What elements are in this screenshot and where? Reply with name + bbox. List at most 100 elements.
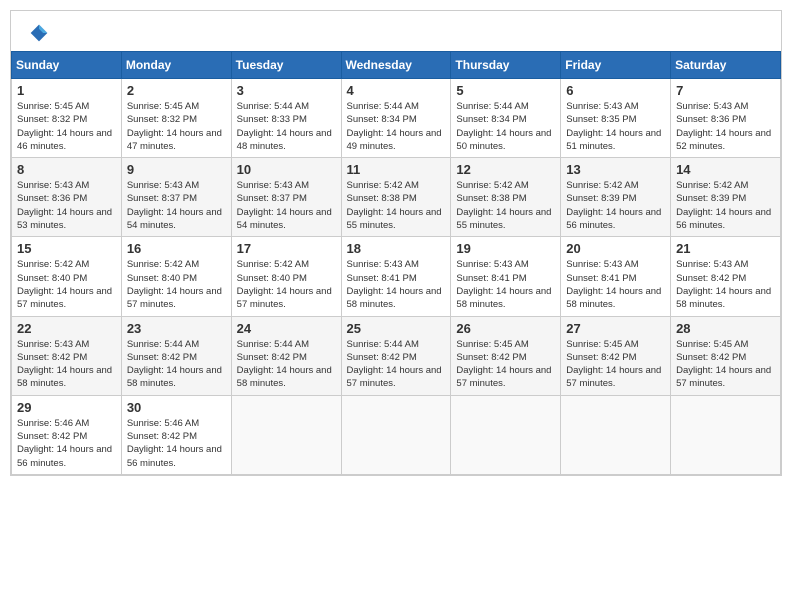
day-number: 15 (17, 241, 116, 256)
calendar-cell (231, 395, 341, 474)
day-info: Sunrise: 5:42 AMSunset: 8:39 PMDaylight:… (676, 179, 775, 232)
day-info: Sunrise: 5:44 AMSunset: 8:42 PMDaylight:… (347, 338, 446, 391)
calendar-cell: 16 Sunrise: 5:42 AMSunset: 8:40 PMDayligh… (121, 237, 231, 316)
day-number: 2 (127, 83, 226, 98)
calendar-cell: 13 Sunrise: 5:42 AMSunset: 8:39 PMDayligh… (561, 158, 671, 237)
day-number: 17 (237, 241, 336, 256)
col-header-friday: Friday (561, 52, 671, 79)
day-info: Sunrise: 5:45 AMSunset: 8:42 PMDaylight:… (456, 338, 555, 391)
calendar-cell: 30 Sunrise: 5:46 AMSunset: 8:42 PMDayligh… (121, 395, 231, 474)
col-header-wednesday: Wednesday (341, 52, 451, 79)
day-info: Sunrise: 5:43 AMSunset: 8:37 PMDaylight:… (237, 179, 336, 232)
day-number: 25 (347, 321, 446, 336)
col-header-tuesday: Tuesday (231, 52, 341, 79)
day-info: Sunrise: 5:43 AMSunset: 8:37 PMDaylight:… (127, 179, 226, 232)
calendar-cell: 17 Sunrise: 5:42 AMSunset: 8:40 PMDayligh… (231, 237, 341, 316)
col-header-saturday: Saturday (671, 52, 781, 79)
calendar-cell (451, 395, 561, 474)
day-number: 16 (127, 241, 226, 256)
day-info: Sunrise: 5:43 AMSunset: 8:36 PMDaylight:… (17, 179, 116, 232)
day-info: Sunrise: 5:43 AMSunset: 8:41 PMDaylight:… (347, 258, 446, 311)
day-info: Sunrise: 5:43 AMSunset: 8:41 PMDaylight:… (456, 258, 555, 311)
day-number: 5 (456, 83, 555, 98)
day-info: Sunrise: 5:43 AMSunset: 8:36 PMDaylight:… (676, 100, 775, 153)
day-number: 28 (676, 321, 775, 336)
calendar-cell (671, 395, 781, 474)
week-row-1: 1 Sunrise: 5:45 AMSunset: 8:32 PMDaylight… (12, 79, 781, 158)
col-header-sunday: Sunday (12, 52, 122, 79)
calendar-cell (341, 395, 451, 474)
calendar-cell (561, 395, 671, 474)
logo (27, 23, 49, 43)
day-number: 13 (566, 162, 665, 177)
day-number: 12 (456, 162, 555, 177)
calendar-cell: 2 Sunrise: 5:45 AMSunset: 8:32 PMDaylight… (121, 79, 231, 158)
calendar-cell: 6Sunrise: 5:43 AMSunset: 8:35 PMDaylight… (561, 79, 671, 158)
day-info: Sunrise: 5:45 AMSunset: 8:42 PMDaylight:… (676, 338, 775, 391)
header-row: SundayMondayTuesdayWednesdayThursdayFrid… (12, 52, 781, 79)
day-info: Sunrise: 5:43 AMSunset: 8:42 PMDaylight:… (17, 338, 116, 391)
calendar-cell: 23 Sunrise: 5:44 AMSunset: 8:42 PMDayligh… (121, 316, 231, 395)
day-number: 19 (456, 241, 555, 256)
day-number: 21 (676, 241, 775, 256)
day-info: Sunrise: 5:42 AMSunset: 8:40 PMDaylight:… (127, 258, 226, 311)
day-number: 23 (127, 321, 226, 336)
calendar-cell: 7 Sunrise: 5:43 AMSunset: 8:36 PMDaylight… (671, 79, 781, 158)
week-row-4: 22 Sunrise: 5:43 AMSunset: 8:42 PMDayligh… (12, 316, 781, 395)
col-header-monday: Monday (121, 52, 231, 79)
day-info: Sunrise: 5:44 AMSunset: 8:42 PMDaylight:… (127, 338, 226, 391)
calendar-cell: 10 Sunrise: 5:43 AMSunset: 8:37 PMDayligh… (231, 158, 341, 237)
calendar-cell: 15Sunrise: 5:42 AMSunset: 8:40 PMDayligh… (12, 237, 122, 316)
calendar-cell: 12 Sunrise: 5:42 AMSunset: 8:38 PMDayligh… (451, 158, 561, 237)
day-info: Sunrise: 5:43 AMSunset: 8:35 PMDaylight:… (566, 100, 665, 153)
day-number: 9 (127, 162, 226, 177)
day-number: 22 (17, 321, 116, 336)
calendar-cell: 5 Sunrise: 5:44 AMSunset: 8:34 PMDaylight… (451, 79, 561, 158)
calendar-cell: 24Sunrise: 5:44 AMSunset: 8:42 PMDayligh… (231, 316, 341, 395)
day-number: 14 (676, 162, 775, 177)
day-info: Sunrise: 5:46 AMSunset: 8:42 PMDaylight:… (127, 417, 226, 470)
calendar-cell: 21 Sunrise: 5:43 AMSunset: 8:42 PMDayligh… (671, 237, 781, 316)
day-number: 7 (676, 83, 775, 98)
day-info: Sunrise: 5:42 AMSunset: 8:38 PMDaylight:… (347, 179, 446, 232)
calendar-cell: 20 Sunrise: 5:43 AMSunset: 8:41 PMDayligh… (561, 237, 671, 316)
day-info: Sunrise: 5:44 AMSunset: 8:33 PMDaylight:… (237, 100, 336, 153)
calendar-cell: 8Sunrise: 5:43 AMSunset: 8:36 PMDaylight… (12, 158, 122, 237)
day-number: 10 (237, 162, 336, 177)
calendar-cell: 4Sunrise: 5:44 AMSunset: 8:34 PMDaylight… (341, 79, 451, 158)
day-info: Sunrise: 5:42 AMSunset: 8:38 PMDaylight:… (456, 179, 555, 232)
day-info: Sunrise: 5:44 AMSunset: 8:34 PMDaylight:… (456, 100, 555, 153)
day-info: Sunrise: 5:42 AMSunset: 8:39 PMDaylight:… (566, 179, 665, 232)
day-number: 24 (237, 321, 336, 336)
day-number: 18 (347, 241, 446, 256)
day-info: Sunrise: 5:43 AMSunset: 8:42 PMDaylight:… (676, 258, 775, 311)
day-number: 29 (17, 400, 116, 415)
day-number: 20 (566, 241, 665, 256)
calendar-cell: 29 Sunrise: 5:46 AMSunset: 8:42 PMDayligh… (12, 395, 122, 474)
day-info: Sunrise: 5:45 AMSunset: 8:32 PMDaylight:… (127, 100, 226, 153)
calendar-cell: 26 Sunrise: 5:45 AMSunset: 8:42 PMDayligh… (451, 316, 561, 395)
logo-icon (29, 23, 49, 43)
day-number: 27 (566, 321, 665, 336)
day-info: Sunrise: 5:46 AMSunset: 8:42 PMDaylight:… (17, 417, 116, 470)
week-row-5: 29 Sunrise: 5:46 AMSunset: 8:42 PMDayligh… (12, 395, 781, 474)
col-header-thursday: Thursday (451, 52, 561, 79)
week-row-3: 15 Sunrise: 5:42 AMSunset: 8:40 PMDayligh… (12, 237, 781, 316)
calendar-cell: 27Sunrise: 5:45 AMSunset: 8:42 PMDayligh… (561, 316, 671, 395)
day-info: Sunrise: 5:43 AMSunset: 8:41 PMDaylight:… (566, 258, 665, 311)
calendar-cell: 1 Sunrise: 5:45 AMSunset: 8:32 PMDaylight… (12, 79, 122, 158)
day-info: Sunrise: 5:44 AMSunset: 8:34 PMDaylight:… (347, 100, 446, 153)
day-info: Sunrise: 5:42 AMSunset: 8:40 PMDaylight:… (237, 258, 336, 311)
day-number: 3 (237, 83, 336, 98)
calendar-cell: 11Sunrise: 5:42 AMSunset: 8:38 PMDayligh… (341, 158, 451, 237)
day-number: 30 (127, 400, 226, 415)
calendar-cell: 22 Sunrise: 5:43 AMSunset: 8:42 PMDayligh… (12, 316, 122, 395)
calendar-cell: 19 Sunrise: 5:43 AMSunset: 8:41 PMDayligh… (451, 237, 561, 316)
day-info: Sunrise: 5:45 AMSunset: 8:32 PMDaylight:… (17, 100, 116, 153)
calendar-cell: 3 Sunrise: 5:44 AMSunset: 8:33 PMDaylight… (231, 79, 341, 158)
calendar-cell: 9 Sunrise: 5:43 AMSunset: 8:37 PMDaylight… (121, 158, 231, 237)
header (11, 11, 781, 51)
day-number: 1 (17, 83, 116, 98)
day-number: 26 (456, 321, 555, 336)
calendar-cell: 25 Sunrise: 5:44 AMSunset: 8:42 PMDayligh… (341, 316, 451, 395)
